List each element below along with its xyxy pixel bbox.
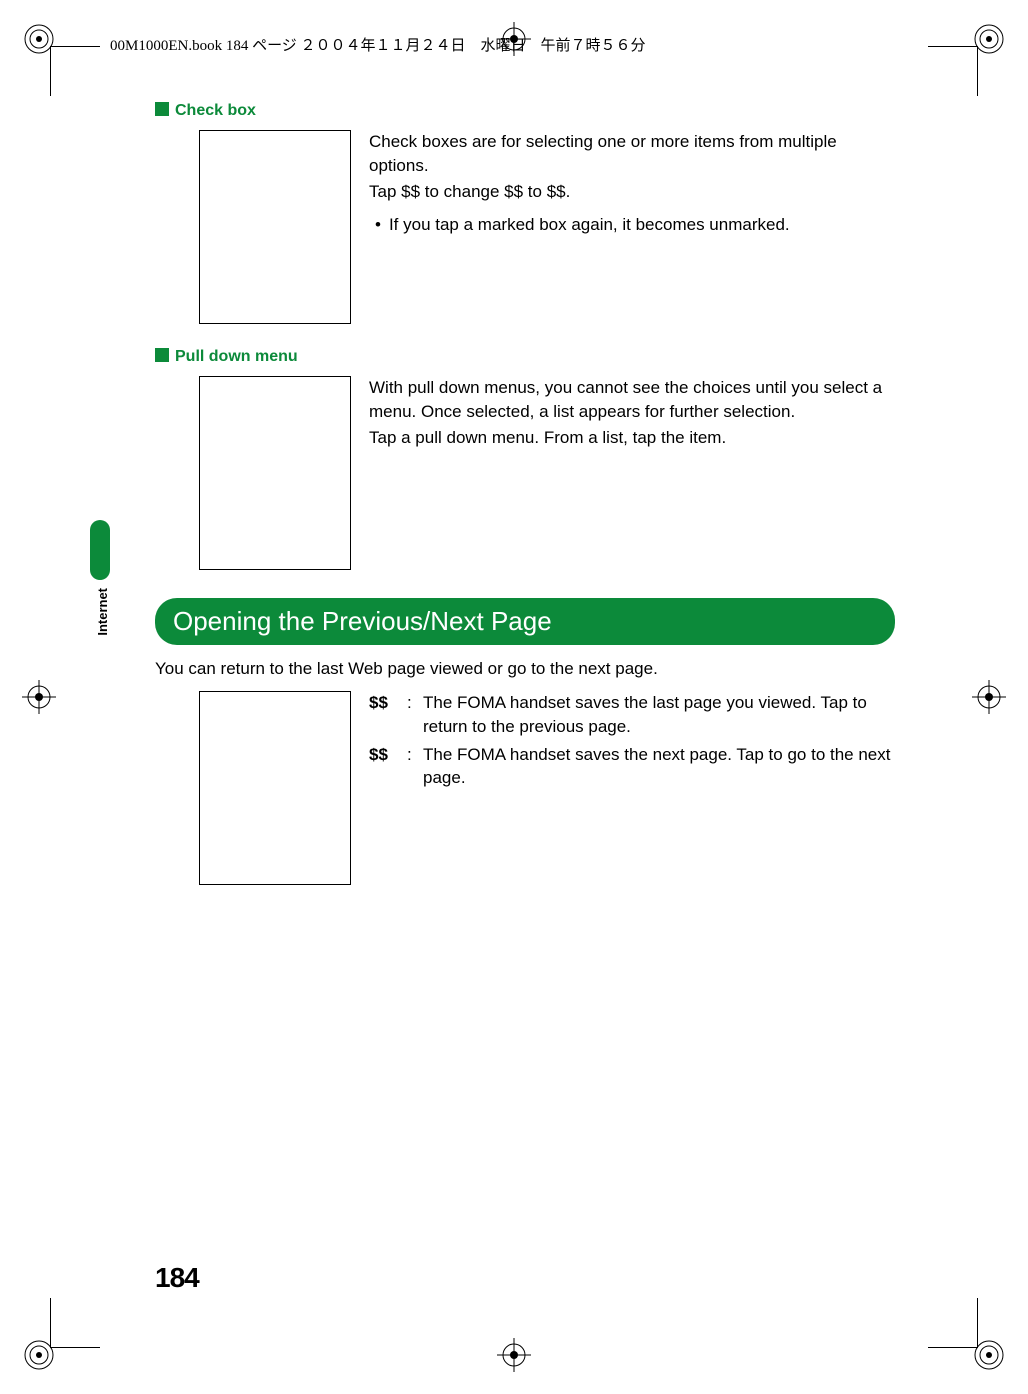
page-number: 184: [155, 1262, 199, 1294]
colon: :: [407, 743, 423, 791]
side-tab-label: Internet: [95, 588, 110, 636]
page-content: Internet Check box Check boxes are for s…: [115, 90, 895, 909]
print-header: 00M1000EN.book 184 ページ ２００４年１１月２４日 水曜日 午…: [110, 34, 646, 55]
body-text: Check boxes are for selecting one or mor…: [369, 130, 895, 178]
subheading-text: Check box: [175, 102, 256, 119]
body-text: Tap $$ to change $$ to $$.: [369, 180, 895, 204]
registration-mark-icon: [972, 1338, 1006, 1372]
section-heading-wrap: Opening the Previous/Next Page: [155, 598, 895, 645]
section-intro: You can return to the last Web page view…: [155, 659, 895, 679]
colon: :: [407, 691, 423, 739]
square-bullet-icon: [155, 102, 169, 116]
pulldown-block: With pull down menus, you cannot see the…: [199, 376, 895, 570]
registration-mark-icon: [972, 680, 1006, 714]
body-text: Tap a pull down menu. From a list, tap t…: [369, 426, 895, 450]
definition-value: The FOMA handset saves the next page. Ta…: [423, 743, 895, 791]
registration-mark-icon: [22, 22, 56, 56]
registration-mark-icon: [972, 22, 1006, 56]
prevnext-block: $$ : The FOMA handset saves the last pag…: [199, 691, 895, 885]
registration-mark-icon: [22, 680, 56, 714]
registration-mark-icon: [22, 1338, 56, 1372]
checkbox-block: Check boxes are for selecting one or mor…: [199, 130, 895, 324]
image-placeholder: [199, 691, 351, 885]
subheading-pulldown: Pull down menu: [155, 348, 895, 366]
definition-row: $$ : The FOMA handset saves the last pag…: [369, 691, 895, 739]
definition-key: $$: [369, 691, 407, 739]
image-placeholder: [199, 376, 351, 570]
square-bullet-icon: [155, 348, 169, 362]
subheading-text: Pull down menu: [175, 348, 298, 365]
bullet-text: If you tap a marked box again, it become…: [369, 213, 895, 237]
body-text: With pull down menus, you cannot see the…: [369, 376, 895, 424]
definition-row: $$ : The FOMA handset saves the next pag…: [369, 743, 895, 791]
section-heading: Opening the Previous/Next Page: [155, 598, 895, 645]
definition-key: $$: [369, 743, 407, 791]
image-placeholder: [199, 130, 351, 324]
registration-mark-icon: [497, 1338, 531, 1372]
prevnext-definitions: $$ : The FOMA handset saves the last pag…: [369, 691, 895, 885]
pulldown-text: With pull down menus, you cannot see the…: [369, 376, 895, 570]
definition-value: The FOMA handset saves the last page you…: [423, 691, 895, 739]
subheading-checkbox: Check box: [155, 102, 895, 120]
checkbox-text: Check boxes are for selecting one or mor…: [369, 130, 895, 324]
side-tab: [90, 520, 110, 580]
